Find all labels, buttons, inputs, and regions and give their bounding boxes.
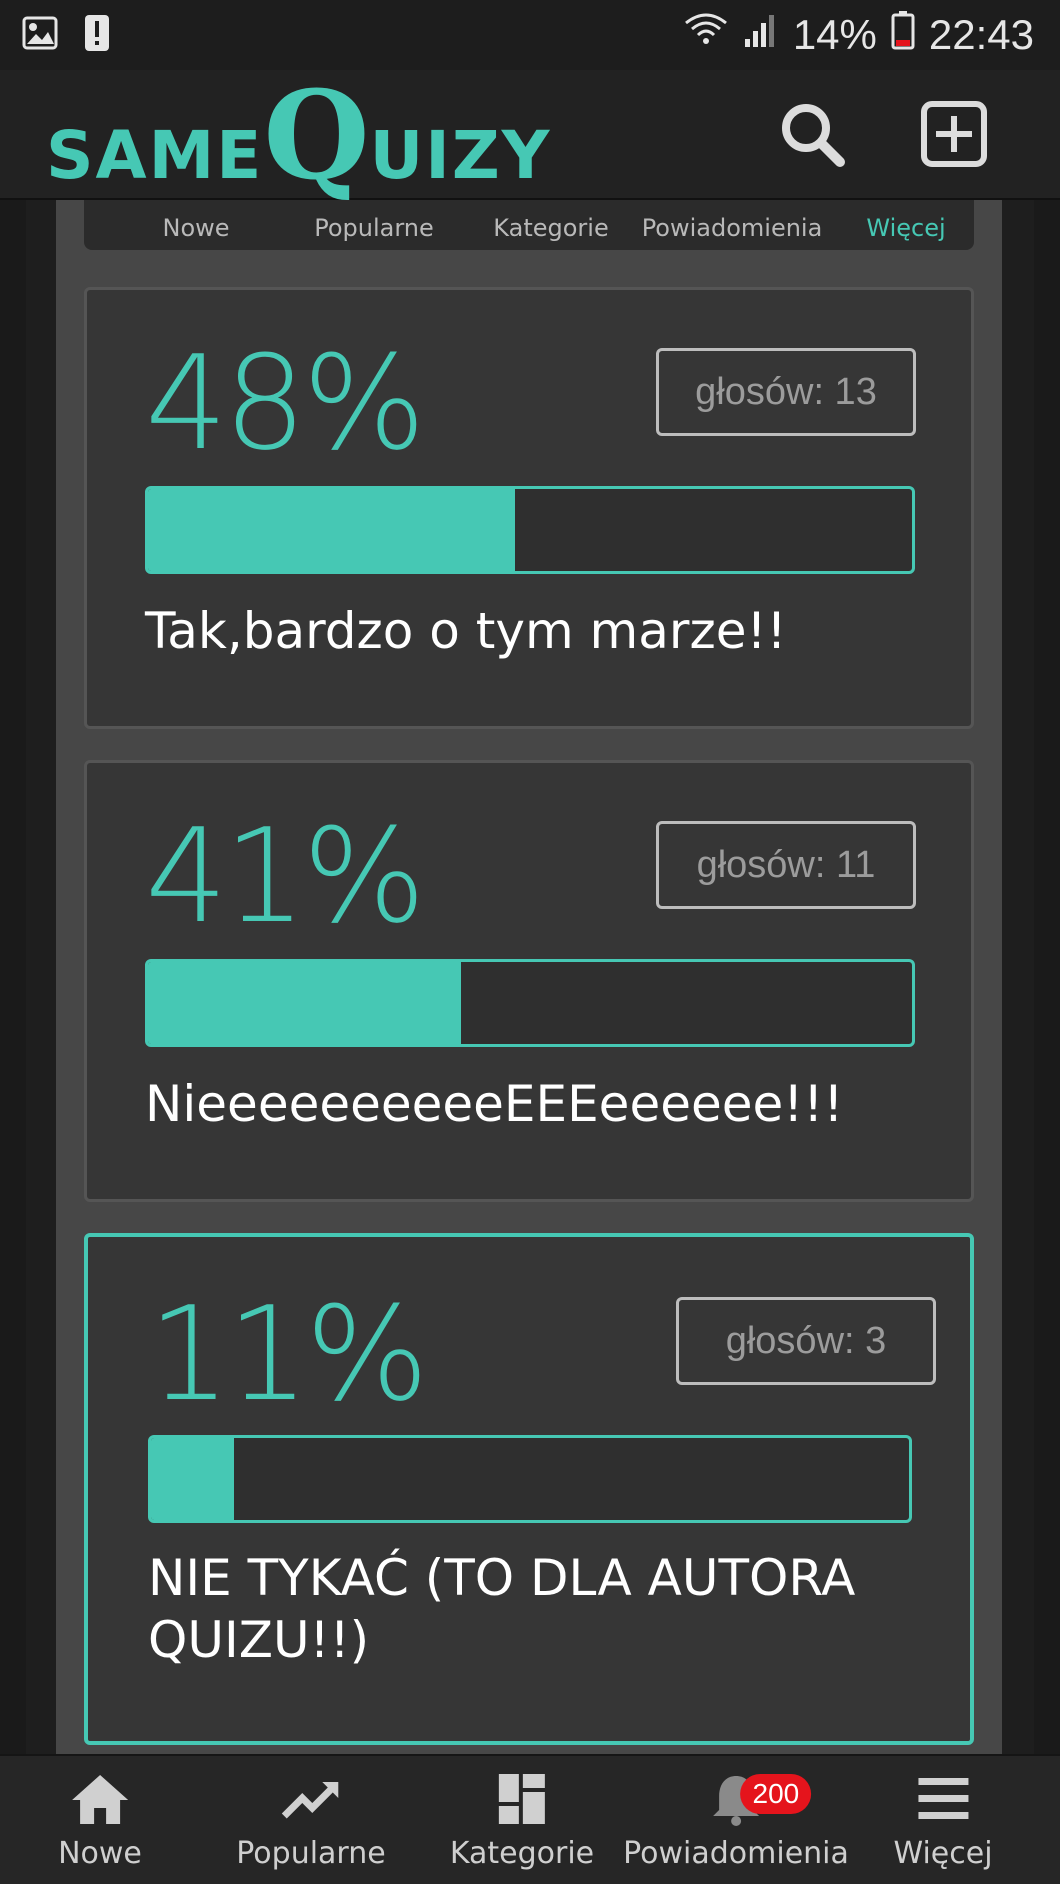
signal-icon xyxy=(743,11,779,59)
answer-percent: 48% xyxy=(145,327,426,479)
grid-icon xyxy=(499,1774,545,1824)
nav-item-nowe[interactable]: Nowe xyxy=(58,1756,142,1884)
answer-percent: 11% xyxy=(148,1278,429,1430)
result-progress-fill xyxy=(151,1438,235,1520)
result-progress-fill xyxy=(148,962,462,1044)
answer-text: NieeeeeeeeeeEEEeeeeee!!! xyxy=(145,1075,844,1133)
app-header: sameQuizy xyxy=(0,70,1060,200)
tab-powiadomienia[interactable]: Powiadomienia xyxy=(642,214,823,242)
battery-icon xyxy=(891,10,915,60)
tab-wiecej[interactable]: Więcej xyxy=(866,214,945,242)
quiz-results-panel[interactable]: Nowe Popularne Kategorie Powiadomienia W… xyxy=(56,200,1002,1754)
trending-icon xyxy=(281,1782,338,1819)
vote-count-badge: głosów: 3 xyxy=(676,1297,936,1385)
answer-text: NIE TYKAĆ (TO DLA AUTORA QUIZU!!) xyxy=(148,1549,856,1669)
alert-notification-icon xyxy=(84,14,110,56)
result-progress-fill xyxy=(148,489,515,571)
nav-item-popularne[interactable]: Popularne xyxy=(236,1756,386,1884)
nav-label: Więcej xyxy=(893,1836,993,1871)
nav-label: Powiadomienia xyxy=(623,1836,849,1871)
bottom-navigation: Nowe Popularne Kategorie 200 Powiadomien… xyxy=(0,1754,1060,1884)
nav-item-kategorie[interactable]: Kategorie xyxy=(450,1756,594,1884)
result-progress-bar xyxy=(145,486,915,574)
menu-icon xyxy=(918,1778,968,1819)
nav-label: Nowe xyxy=(58,1836,142,1871)
vote-count-badge: głosów: 13 xyxy=(656,348,916,436)
nav-item-powiadomienia[interactable]: 200 Powiadomienia xyxy=(623,1756,849,1884)
tab-popularne[interactable]: Popularne xyxy=(314,214,434,242)
answer-text: Tak,bardzo o tym marze!! xyxy=(145,602,787,660)
nav-item-wiecej[interactable]: Więcej xyxy=(893,1756,993,1884)
notification-count-badge: 200 xyxy=(740,1774,812,1814)
answer-option-selected[interactable]: 11% głosów: 3 NIE TYKAĆ (TO DLA AUTORA Q… xyxy=(84,1233,974,1745)
answer-option[interactable]: 41% głosów: 11 NieeeeeeeeeeEEEeeeeee!!! xyxy=(84,760,974,1202)
nav-label: Kategorie xyxy=(449,1836,595,1871)
top-tabs: Nowe Popularne Kategorie Powiadomienia W… xyxy=(84,200,974,250)
wifi-icon xyxy=(683,11,729,59)
nav-label: Popularne xyxy=(236,1836,386,1871)
home-icon xyxy=(71,1775,128,1824)
tab-nowe[interactable]: Nowe xyxy=(162,214,229,242)
clock: 22:43 xyxy=(928,11,1034,58)
battery-percent: 14% xyxy=(792,11,877,58)
tab-kategorie[interactable]: Kategorie xyxy=(493,214,608,242)
answer-percent: 41% xyxy=(145,800,426,952)
result-progress-bar xyxy=(145,959,915,1047)
status-bar: 14% 22:43 xyxy=(0,0,1060,70)
search-icon[interactable] xyxy=(776,98,852,174)
answer-option[interactable]: 48% głosów: 13 Tak,bardzo o tym marze!! xyxy=(84,287,974,729)
vote-count-badge: głosów: 11 xyxy=(656,821,916,909)
add-quiz-icon[interactable] xyxy=(918,98,994,174)
result-progress-bar xyxy=(148,1435,912,1523)
samequizy-logo[interactable]: sameQuizy xyxy=(46,74,551,196)
image-notification-icon xyxy=(22,16,58,54)
